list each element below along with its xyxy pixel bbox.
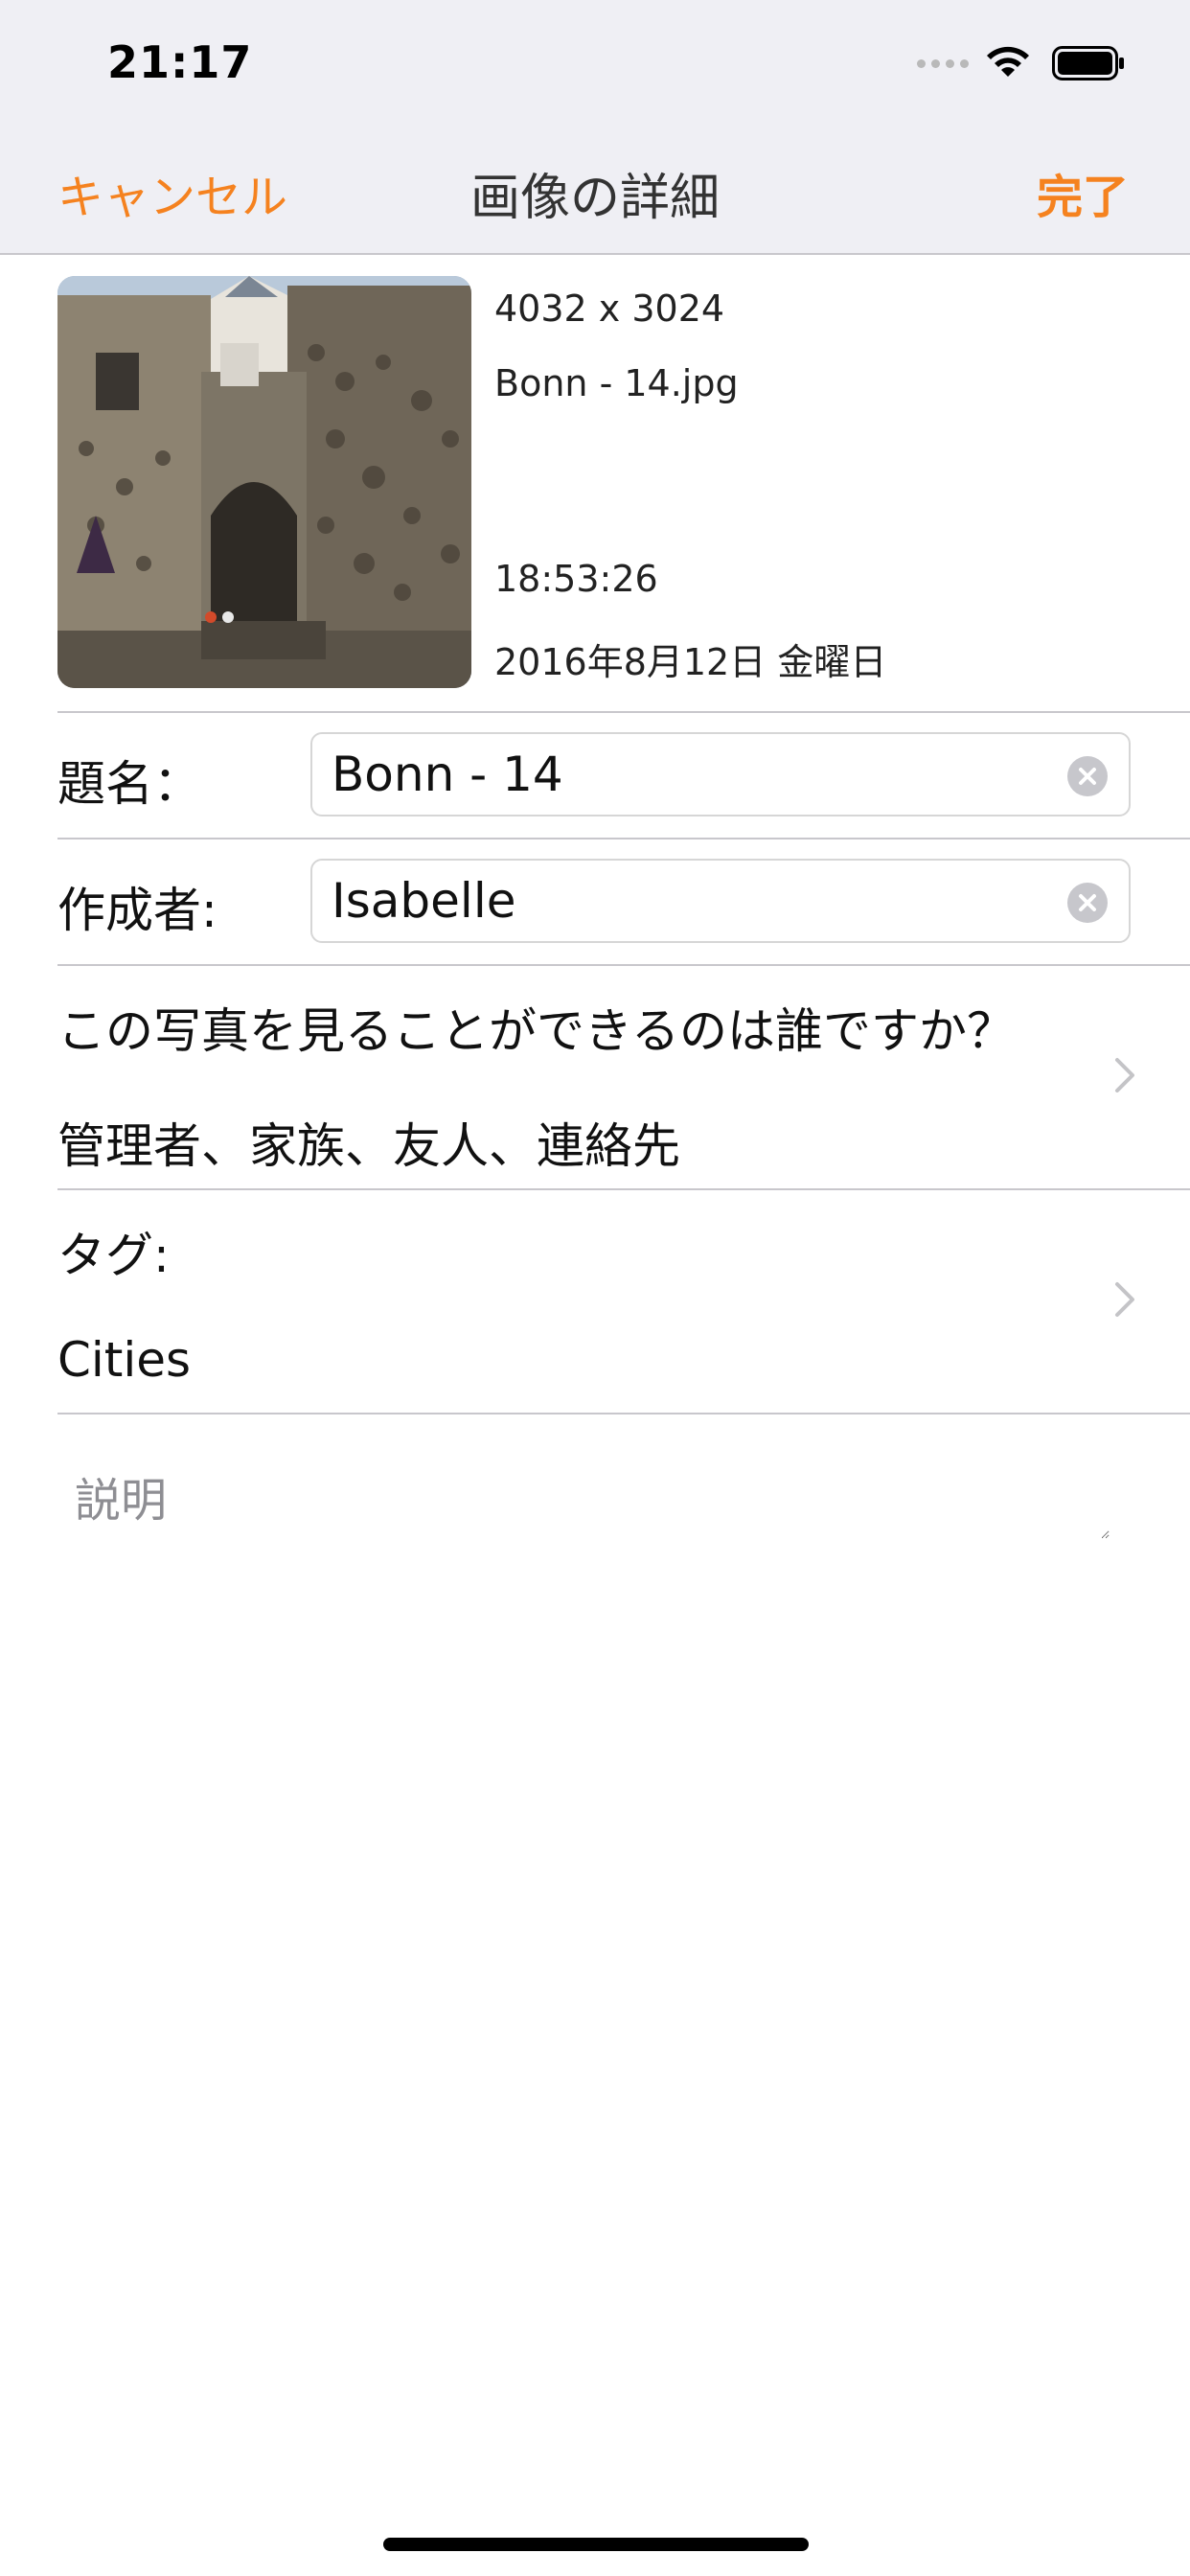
divider xyxy=(57,964,1190,966)
navigation-bar: 21:17 キャンセル 画像の詳細 完了 xyxy=(0,0,1190,255)
title-label: 題名： xyxy=(57,756,201,812)
image-time: 18:53:26 xyxy=(494,558,658,600)
image-dimensions: 4032 x 3024 xyxy=(494,288,725,330)
wifi-icon xyxy=(987,46,1029,77)
battery-icon xyxy=(1052,46,1124,80)
privacy-value: 管理者、家族、友人、連絡先 xyxy=(57,1118,680,1174)
tags-value: Cities xyxy=(57,1332,192,1388)
image-date: 2016年8月12日 金曜日 xyxy=(494,641,887,683)
divider xyxy=(57,1413,1190,1414)
title-field[interactable] xyxy=(310,732,1131,816)
description-input[interactable] xyxy=(75,1462,1110,1539)
author-input[interactable] xyxy=(332,861,1060,941)
image-thumbnail xyxy=(57,276,471,688)
page-title: 画像の詳細 xyxy=(469,170,720,227)
tags-label: タグ: xyxy=(57,1228,170,1283)
author-field[interactable] xyxy=(310,859,1131,943)
home-indicator[interactable] xyxy=(383,2538,809,2551)
clear-title-icon[interactable] xyxy=(1067,756,1108,796)
status-time: 21:17 xyxy=(107,36,253,88)
chevron-right-icon xyxy=(1115,1058,1134,1092)
done-button[interactable]: 完了 xyxy=(1037,159,1129,226)
divider xyxy=(57,711,1190,713)
title-input[interactable] xyxy=(332,734,1060,815)
cancel-button[interactable]: キャンセル xyxy=(57,159,287,226)
cellular-signal-icon xyxy=(917,59,969,68)
privacy-question: この写真を見ることができるのは誰ですか？ xyxy=(57,1003,1015,1059)
divider xyxy=(57,838,1190,840)
image-filename: Bonn - 14.jpg xyxy=(494,362,739,404)
chevron-right-icon xyxy=(1115,1282,1134,1317)
divider xyxy=(57,1188,1190,1190)
clear-author-icon[interactable] xyxy=(1067,883,1108,923)
author-label: 作成者: xyxy=(57,883,217,938)
